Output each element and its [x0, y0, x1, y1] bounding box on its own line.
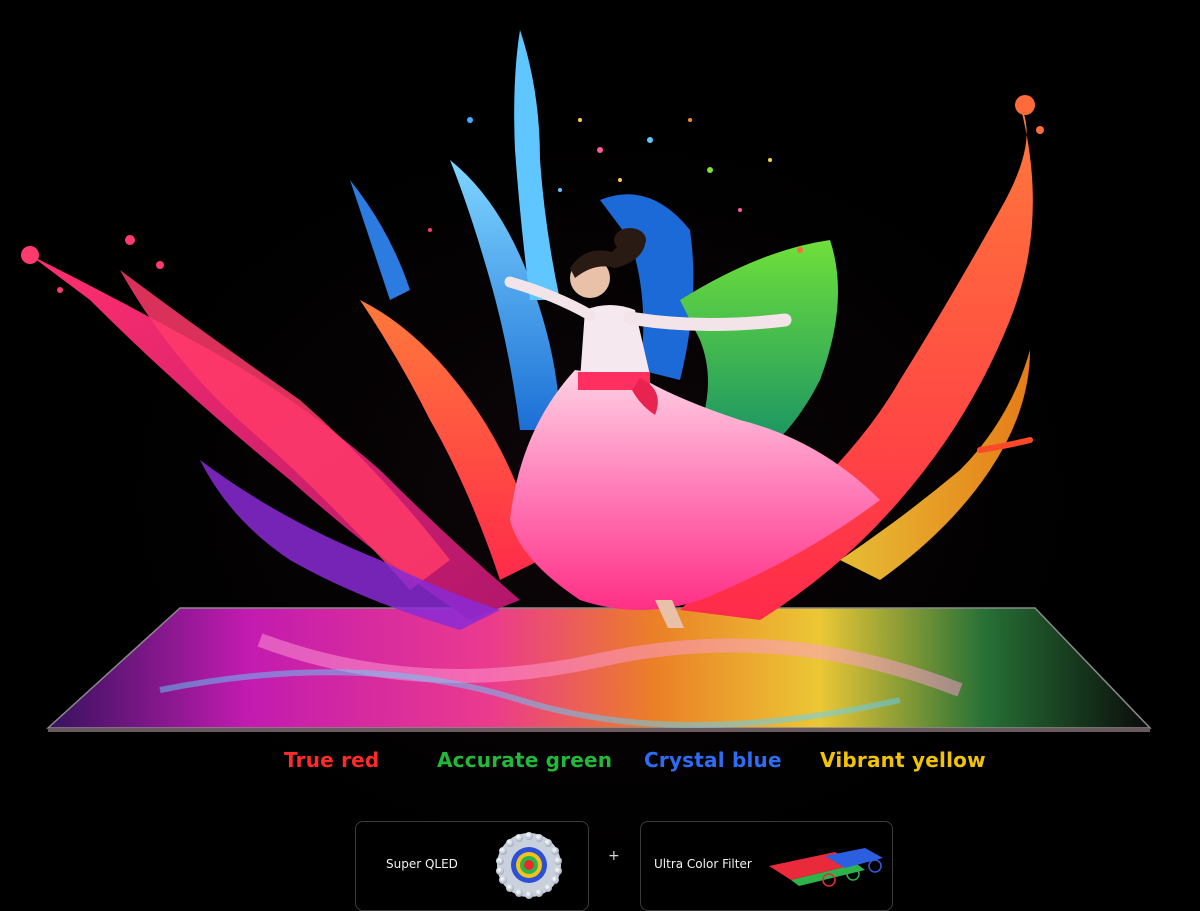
color-filter-layers-icon: [769, 848, 883, 887]
super-qled-label: Super QLED: [386, 857, 458, 871]
label-accurate-green: Accurate green: [437, 748, 613, 772]
color-labels-row: True red Accurate green Crystal blue Vib…: [0, 748, 1200, 784]
plus-sign: +: [608, 848, 620, 864]
label-crystal-blue: Crystal blue: [644, 748, 782, 772]
hero-stage: True red Accurate green Crystal blue Vib…: [0, 0, 1200, 911]
tv-panel: [46, 607, 1152, 732]
super-qled-card: Super QLED: [355, 821, 589, 911]
label-vibrant-yellow: Vibrant yellow: [820, 748, 986, 772]
ultra-color-filter-label: Ultra Color Filter: [654, 857, 752, 871]
label-true-red: True red: [284, 748, 380, 772]
ultra-color-filter-card: Ultra Color Filter: [640, 821, 893, 911]
quantum-dot-sphere-icon: [496, 832, 562, 899]
